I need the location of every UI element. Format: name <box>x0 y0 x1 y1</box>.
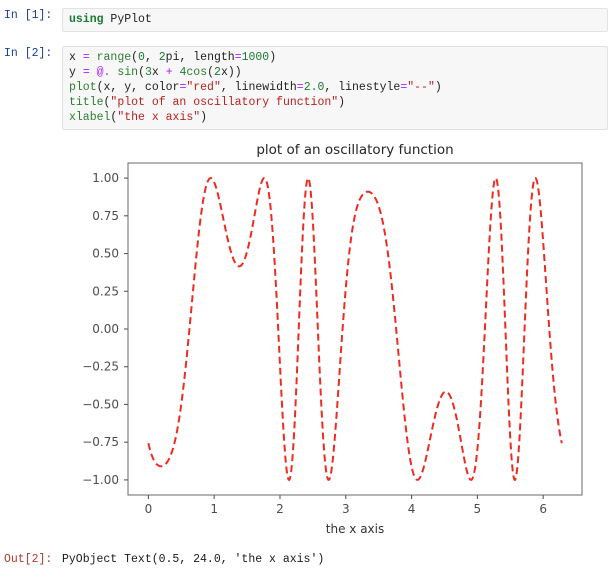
y-tick-label: 1.00 <box>92 171 119 185</box>
code-token: y <box>69 66 83 79</box>
y-tick-label: −0.50 <box>82 397 119 411</box>
code-line: plot(x, y, color="red", linewidth=2.0, l… <box>69 80 601 95</box>
code-token: sin <box>117 66 139 79</box>
code-line: y = @. sin(3x + 4cos(2x)) <box>69 65 601 80</box>
code-editor-2[interactable]: x = range(0, 2pi, length=1000) y = @. sin… <box>62 46 608 130</box>
code-token: = <box>296 81 304 94</box>
code-token: plot <box>69 81 97 94</box>
code-token: "plot of an oscillatory function" <box>110 96 339 109</box>
code-token: x <box>69 51 83 64</box>
code-token: ( <box>131 51 139 64</box>
output-cell: Out[2]: PyObject Text(0.5, 24.0, 'the x … <box>0 552 608 567</box>
code-token: , linewidth <box>220 81 297 94</box>
code-token: ( <box>138 66 145 79</box>
y-tick-label: −1.00 <box>82 473 119 487</box>
code-token: ( <box>207 66 215 79</box>
output-spacer <box>0 540 608 552</box>
code-token: (x, y, color <box>96 81 180 94</box>
code-token: title <box>69 96 104 109</box>
y-tick-label: 0.50 <box>92 247 119 261</box>
input-prompt-2: In [2]: <box>4 47 53 60</box>
y-tick-label: −0.25 <box>82 360 119 374</box>
code-token: using <box>69 13 104 26</box>
code-token: 2.0 <box>303 81 325 94</box>
code-token: cos <box>186 66 208 79</box>
y-tick-label: 0.00 <box>92 322 119 336</box>
axes-frame <box>127 162 583 496</box>
code-token: , linestyle <box>324 81 401 94</box>
code-token: "red" <box>186 81 221 94</box>
x-tick-label: 2 <box>276 502 284 516</box>
jupyter-notebook: In [1]: using PyPlot In [2]: x = range(0… <box>0 0 608 567</box>
code-token: + <box>165 66 173 79</box>
data-series-line <box>147 176 563 482</box>
code-editor-1[interactable]: using PyPlot <box>62 8 608 32</box>
code-token: ) <box>338 96 346 109</box>
code-token: @. <box>96 66 111 79</box>
matplotlib-figure: plot of an oscillatory function 0123456 … <box>82 142 583 536</box>
code-token: range <box>96 51 132 64</box>
plot-output-figure: plot of an oscillatory function 0123456 … <box>0 130 608 540</box>
output-prompt: Out[2]: <box>4 553 53 566</box>
code-token: "--" <box>407 81 435 94</box>
x-tick-label: 5 <box>474 502 482 516</box>
code-line: x = range(0, 2pi, length=1000) <box>69 50 601 65</box>
code-line: xlabel("the x axis") <box>69 110 601 125</box>
y-tick-label: −0.75 <box>82 435 119 449</box>
code-token: = <box>82 51 90 64</box>
y-tick-label: 0.75 <box>92 209 119 223</box>
code-token: pi, length <box>165 51 235 64</box>
input-prompt-1: In [1]: <box>4 9 53 22</box>
code-token: ) <box>269 51 277 64</box>
x-tick-label: 1 <box>210 502 218 516</box>
x-tick-label: 3 <box>342 502 350 516</box>
code-token: 0 <box>138 51 145 64</box>
code-token: 1000 <box>241 51 270 64</box>
code-token: x)) <box>220 66 242 79</box>
cell-spacer <box>0 32 608 46</box>
code-token: = <box>234 51 242 64</box>
code-token: 2 <box>158 51 166 64</box>
top-spacer <box>0 0 608 8</box>
code-token: PyPlot <box>103 13 152 26</box>
code-token: ) <box>434 81 442 94</box>
code-token: x <box>151 66 166 79</box>
code-cell-1[interactable]: In [1]: using PyPlot <box>0 8 608 32</box>
code-token: 2 <box>214 66 221 79</box>
code-token: xlabel <box>69 111 111 124</box>
y-axis-ticks: −1.00 −0.75 −0.50 −0.25 0.00 0.25 0.50 0.75 1.00 <box>82 171 128 487</box>
x-tick-label: 6 <box>539 502 547 516</box>
code-line: using PyPlot <box>69 12 601 27</box>
x-axis-label: the x axis <box>326 522 384 536</box>
code-cell-2[interactable]: In [2]: x = range(0, 2pi, length=1000) y … <box>0 46 608 130</box>
code-token: = <box>82 66 90 79</box>
code-line: title("plot of an oscillatory function") <box>69 95 601 110</box>
y-tick-label: 0.25 <box>92 284 119 298</box>
code-token: , <box>144 51 159 64</box>
x-tick-label: 0 <box>145 502 153 516</box>
code-token: "the x axis" <box>117 111 201 124</box>
chart-title: plot of an oscillatory function <box>256 142 453 158</box>
code-token: 3 <box>144 66 152 79</box>
output-text: PyObject Text(0.5, 24.0, 'the x axis') <box>62 553 325 566</box>
x-axis-ticks: 0 1 2 3 4 5 6 <box>145 495 547 516</box>
code-token: ) <box>200 111 208 124</box>
x-tick-label: 4 <box>408 502 416 516</box>
